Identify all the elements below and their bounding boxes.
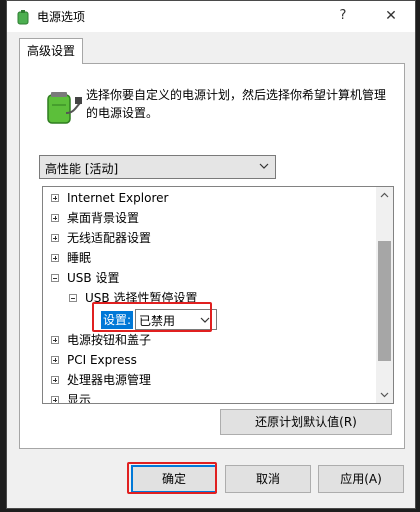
power-plan-value: 高性能 [活动]: [45, 162, 119, 176]
expand-icon[interactable]: [51, 396, 59, 403]
collapse-icon[interactable]: [51, 274, 59, 282]
annotation-highlight-setting: [92, 302, 212, 332]
battery-plug-icon: [17, 10, 29, 25]
expand-icon[interactable]: [51, 336, 59, 344]
collapse-icon[interactable]: [69, 294, 77, 302]
expand-icon[interactable]: [51, 214, 59, 222]
scroll-down-icon[interactable]: [376, 386, 393, 403]
close-button[interactable]: ✕: [377, 5, 405, 27]
title-bar: 电源选项 ? ✕: [7, 1, 415, 32]
power-options-dialog: 电源选项 ? ✕ 高级设置 选择你要自定义的电源计划，然后选择你希望计算机管理的…: [6, 0, 416, 509]
power-plan-dropdown[interactable]: 高性能 [活动]: [39, 155, 276, 179]
apply-button[interactable]: 应用(A): [318, 465, 404, 493]
scrollbar-thumb[interactable]: [378, 241, 391, 361]
chevron-down-icon: [259, 163, 269, 169]
window-title: 电源选项: [37, 10, 86, 24]
annotation-highlight-ok: [127, 462, 217, 494]
expand-icon[interactable]: [51, 356, 59, 364]
help-button[interactable]: ?: [329, 5, 357, 27]
settings-tree[interactable]: Internet Explorer 桌面背景设置 无线适配器设置 睡眠 USB …: [42, 186, 394, 404]
tab-advanced-settings[interactable]: 高级设置: [19, 38, 83, 64]
expand-icon[interactable]: [51, 254, 59, 262]
expand-icon[interactable]: [51, 234, 59, 242]
expand-icon[interactable]: [51, 376, 59, 384]
cancel-button[interactable]: 取消: [225, 465, 311, 493]
restore-defaults-button[interactable]: 还原计划默认值(R): [220, 409, 392, 435]
description-text: 选择你要自定义的电源计划，然后选择你希望计算机管理的电源设置。: [86, 88, 387, 120]
vertical-scrollbar[interactable]: [376, 187, 393, 403]
expand-icon[interactable]: [51, 194, 59, 202]
scroll-up-icon[interactable]: [376, 187, 393, 204]
battery-plug-icon: [47, 92, 82, 124]
settings-panel: 选择你要自定义的电源计划，然后选择你希望计算机管理的电源设置。 高性能 [活动]…: [19, 63, 405, 449]
